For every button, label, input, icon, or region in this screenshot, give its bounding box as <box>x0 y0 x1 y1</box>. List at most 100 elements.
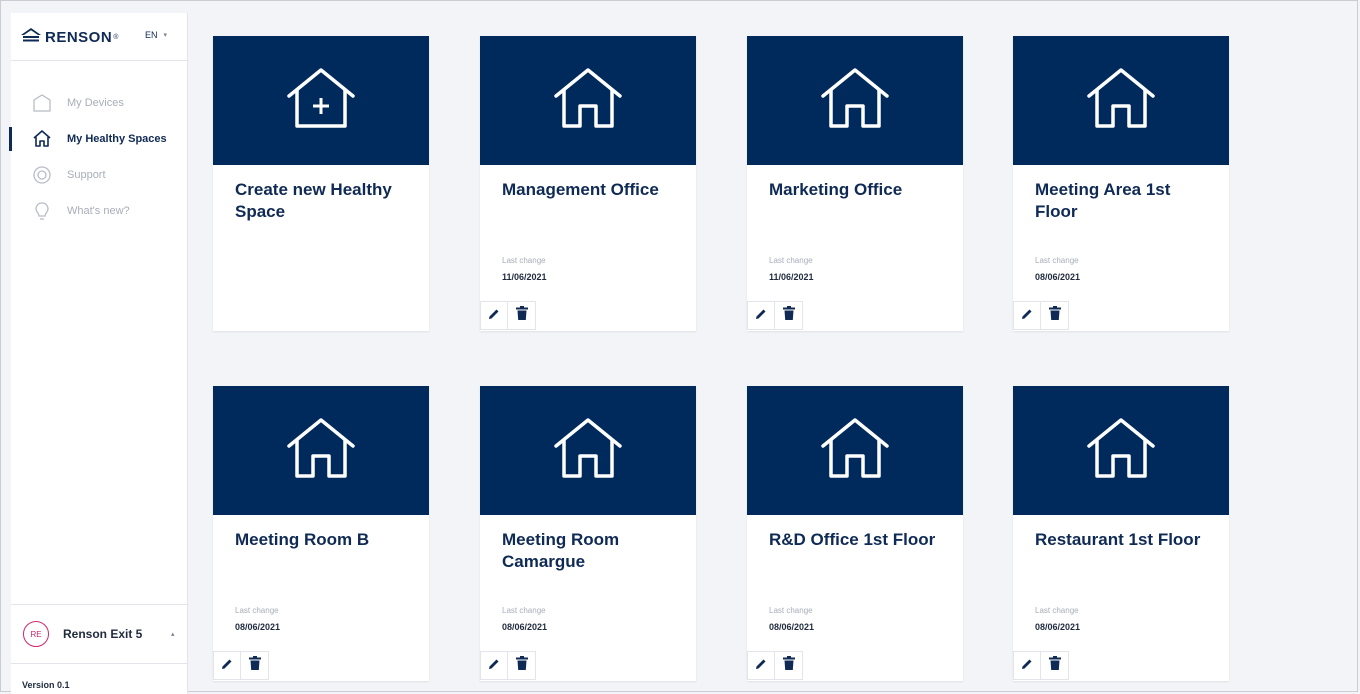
card-title: Create new Healthy Space <box>235 180 392 221</box>
card-title: Marketing Office <box>769 180 903 199</box>
home-plus-icon <box>285 66 357 135</box>
trash-icon <box>782 306 795 325</box>
sidebar-item-support[interactable]: Support <box>11 157 187 193</box>
home-icon <box>285 416 357 485</box>
chevron-down-icon: ▾ <box>163 32 168 39</box>
edit-button[interactable] <box>747 301 775 330</box>
last-change-label: Last change <box>502 256 546 265</box>
edit-button[interactable] <box>747 651 775 680</box>
last-change-date: 08/06/2021 <box>235 622 281 632</box>
card-banner <box>1013 386 1229 515</box>
language-selector[interactable]: EN ▾ <box>145 30 167 40</box>
sidebar-item-label: Support <box>67 169 106 181</box>
space-card[interactable]: Management Office Last change 11/06/2021 <box>480 36 696 331</box>
create-space-card[interactable]: Create new Healthy Space <box>213 36 429 331</box>
lightbulb-icon <box>31 200 53 222</box>
home-icon <box>1085 66 1157 135</box>
last-change-date: 08/06/2021 <box>769 622 815 632</box>
card-banner <box>747 36 963 165</box>
space-card[interactable]: Meeting Room Camargue Last change 08/06/… <box>480 386 696 681</box>
trash-icon <box>782 656 795 675</box>
version-label: Version 0.1 <box>22 680 70 690</box>
home-icon <box>31 128 53 150</box>
card-title: Meeting Room Camargue <box>502 530 620 571</box>
card-banner <box>213 36 429 165</box>
card-title: Restaurant 1st Floor <box>1035 530 1201 549</box>
lifebuoy-icon <box>31 164 53 186</box>
trash-icon <box>515 656 528 675</box>
space-card[interactable]: R&D Office 1st Floor Last change 08/06/2… <box>747 386 963 681</box>
space-card[interactable]: Marketing Office Last change 11/06/2021 <box>747 36 963 331</box>
card-actions <box>480 301 536 331</box>
space-card[interactable]: Meeting Room B Last change 08/06/2021 <box>213 386 429 681</box>
pencil-icon <box>488 657 500 675</box>
delete-button[interactable] <box>775 301 803 330</box>
sidebar-item-my-healthy-spaces[interactable]: My Healthy Spaces <box>9 121 187 157</box>
brand-name: RENSON <box>45 28 113 46</box>
edit-button[interactable] <box>1013 301 1041 330</box>
delete-button[interactable] <box>508 301 536 330</box>
card-banner <box>747 386 963 515</box>
pencil-icon <box>755 657 767 675</box>
device-icon <box>31 92 53 114</box>
avatar: RE <box>23 621 49 647</box>
last-change-label: Last change <box>769 606 813 615</box>
space-card[interactable]: Meeting Area 1st Floor Last change 08/06… <box>1013 36 1229 331</box>
pencil-icon <box>221 657 233 675</box>
app-window: RENSON ® EN ▾ My Devices My Healthy Spac… <box>0 0 1358 694</box>
card-actions <box>747 301 803 331</box>
trash-icon <box>515 306 528 325</box>
last-change-date: 08/06/2021 <box>1035 622 1081 632</box>
pencil-icon <box>1021 657 1033 675</box>
last-change-label: Last change <box>1035 606 1079 615</box>
card-banner <box>213 386 429 515</box>
last-change-label: Last change <box>769 256 813 265</box>
edit-button[interactable] <box>1013 651 1041 680</box>
card-actions <box>1013 301 1069 331</box>
card-actions <box>747 651 803 681</box>
delete-button[interactable] <box>775 651 803 680</box>
home-icon <box>819 66 891 135</box>
sidebar-item-my-devices[interactable]: My Devices <box>11 85 187 121</box>
last-change-date: 08/06/2021 <box>1035 272 1081 282</box>
card-actions <box>1013 651 1069 681</box>
sidebar-divider <box>11 60 187 61</box>
card-banner <box>1013 36 1229 165</box>
pencil-icon <box>1021 307 1033 325</box>
card-actions <box>480 651 536 681</box>
edit-button[interactable] <box>480 301 508 330</box>
card-title: Meeting Area 1st Floor <box>1035 180 1171 221</box>
language-value: EN <box>145 30 158 40</box>
chevron-up-icon: ▴ <box>171 631 175 638</box>
account-switcher[interactable]: RE Renson Exit 5 ▴ <box>11 605 187 663</box>
home-icon <box>552 66 624 135</box>
last-change-label: Last change <box>502 606 546 615</box>
delete-button[interactable] <box>1041 301 1069 330</box>
card-title: R&D Office 1st Floor <box>769 530 936 549</box>
edit-button[interactable] <box>480 651 508 680</box>
card-banner <box>480 36 696 165</box>
delete-button[interactable] <box>1041 651 1069 680</box>
trash-icon <box>1048 306 1061 325</box>
sidebar-item-label: My Devices <box>67 97 124 109</box>
sidebar: RENSON ® EN ▾ My Devices My Healthy Spac… <box>9 13 188 694</box>
last-change-date: 11/06/2021 <box>502 272 547 282</box>
space-card[interactable]: Restaurant 1st Floor Last change 08/06/2… <box>1013 386 1229 681</box>
sidebar-nav: My Devices My Healthy Spaces Support Wha… <box>9 85 187 229</box>
sidebar-item-whats-new[interactable]: What's new? <box>11 193 187 229</box>
sidebar-divider <box>11 663 187 664</box>
brand-logo[interactable]: RENSON ® <box>21 27 118 47</box>
home-icon <box>1085 416 1157 485</box>
card-title: Management Office <box>502 180 659 199</box>
card-actions <box>213 651 269 681</box>
home-icon <box>552 416 624 485</box>
edit-button[interactable] <box>213 651 241 680</box>
pencil-icon <box>488 307 500 325</box>
trash-icon <box>248 656 261 675</box>
card-banner <box>480 386 696 515</box>
delete-button[interactable] <box>508 651 536 680</box>
last-change-date: 11/06/2021 <box>769 272 814 282</box>
delete-button[interactable] <box>241 651 269 680</box>
account-name: Renson Exit 5 <box>63 627 143 641</box>
sidebar-item-label: My Healthy Spaces <box>67 133 167 145</box>
